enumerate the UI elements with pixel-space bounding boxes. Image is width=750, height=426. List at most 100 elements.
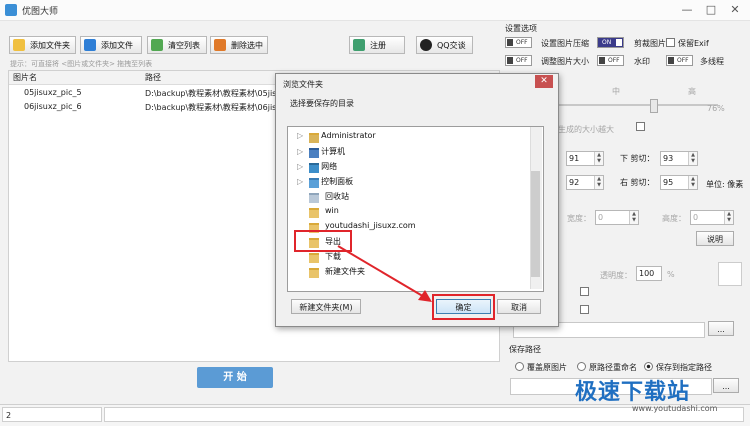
quality-option-checkbox[interactable] <box>636 122 645 131</box>
tree-item[interactable]: 回收站 <box>297 191 349 203</box>
table-row-path[interactable]: D:\backup\教程素材\教程素材\06jisu <box>145 102 281 113</box>
table-row-name[interactable]: 05jisuxz_pic_5 <box>24 88 82 97</box>
quality-mid-label: 中 <box>612 87 620 96</box>
crop-toggle-text: ON <box>602 39 612 46</box>
network-icon <box>309 163 319 173</box>
compress-toggle-text: OFF <box>516 39 528 46</box>
tree-item[interactable]: ▷ Administrator <box>297 131 376 143</box>
file-count: 2 <box>2 407 102 422</box>
crop-label: 剪裁图片 <box>634 39 666 48</box>
crop-bottom-stepper[interactable]: 93 ▲ ▼ <box>660 151 698 166</box>
tree-item[interactable]: youtudashi_jisuxz.com <box>297 221 416 233</box>
table-row-name[interactable]: 06jisuxz_pic_6 <box>24 102 82 111</box>
quality-slider-track[interactable] <box>558 104 718 106</box>
width-label: 宽度： <box>567 214 591 223</box>
expand-arrow-icon[interactable]: ▷ <box>297 147 303 156</box>
expand-arrow-icon[interactable]: ▷ <box>297 131 303 140</box>
watermark-toggle-text: OFF <box>608 57 620 64</box>
dialog-title: 浏览文件夹 <box>283 80 323 89</box>
maximize-button[interactable]: □ <box>700 2 722 18</box>
app-logo-icon <box>5 4 17 16</box>
watermark-label: 水印 <box>634 57 650 66</box>
delete-selected-button[interactable]: 删除选中 <box>210 36 268 54</box>
expand-arrow-icon[interactable]: ▷ <box>297 177 303 186</box>
close-button[interactable]: ✕ <box>724 2 746 18</box>
quality-slider-thumb[interactable] <box>650 99 658 113</box>
register-button[interactable]: 注册 <box>349 36 405 54</box>
crop-toggle[interactable]: ON <box>597 37 624 48</box>
explain-button[interactable]: 说明 <box>696 231 734 246</box>
dialog-prompt: 选择要保存的目录 <box>290 99 354 108</box>
rename-radio[interactable] <box>577 362 586 371</box>
watermark-option-checkbox[interactable] <box>580 287 589 296</box>
site-watermark-url: www.youtudashi.com <box>632 404 718 413</box>
custom-path-radio[interactable] <box>644 362 653 371</box>
add-folder-label: 添加文件夹 <box>30 41 70 50</box>
crop-top-stepper[interactable]: 92 ▲ ▼ <box>566 175 604 190</box>
save-path-browse-button[interactable]: ... <box>713 378 739 393</box>
crop-unit-label: 单位: 像素 <box>706 180 744 189</box>
resize-toggle[interactable]: OFF <box>505 55 532 66</box>
watermark-option2-checkbox[interactable] <box>580 305 589 314</box>
ok-button[interactable]: 确定 <box>436 299 491 314</box>
control-panel-icon <box>309 178 319 188</box>
delete-selected-label: 删除选中 <box>231 41 263 50</box>
watermark-browse-button[interactable]: ... <box>708 321 734 336</box>
cancel-button[interactable]: 取消 <box>497 299 541 314</box>
clear-list-button[interactable]: 清空列表 <box>147 36 207 54</box>
quality-note: 生成的大小越大 <box>558 125 614 134</box>
tree-item[interactable]: ▷ 网络 <box>297 161 337 173</box>
resize-label: 调整图片大小 <box>541 57 589 66</box>
tree-scrollbar-thumb[interactable] <box>531 171 540 277</box>
multithread-toggle[interactable]: OFF <box>666 55 693 66</box>
register-icon <box>353 39 365 51</box>
rename-label: 原路径重命名 <box>589 363 637 372</box>
qq-chat-button[interactable]: QQ交谈 <box>416 36 473 54</box>
column-header-path[interactable]: 路径 <box>145 71 161 84</box>
crop-left-stepper[interactable]: 91 ▲ ▼ <box>566 151 604 166</box>
save-path-heading: 保存路径 <box>509 345 541 354</box>
crop-bottom-label: 下 剪切： <box>620 154 655 163</box>
folder-icon <box>309 208 319 218</box>
add-file-button[interactable]: 添加文件 <box>80 36 142 54</box>
table-row-path[interactable]: D:\backup\教程素材\教程素材\05jisu <box>145 88 281 99</box>
compress-label: 设置图片压缩 <box>541 39 589 48</box>
crop-top-value: 92 <box>569 178 580 187</box>
crop-left-value: 91 <box>569 154 580 163</box>
overwrite-label: 覆盖原图片 <box>527 363 567 372</box>
height-label: 高度： <box>662 214 686 223</box>
qq-icon <box>420 39 432 51</box>
width-stepper[interactable]: 0 ▲ ▼ <box>595 210 639 225</box>
exif-label: 保留Exif <box>678 39 709 48</box>
resize-toggle-text: OFF <box>516 57 528 64</box>
column-header-name[interactable]: 图片名 <box>13 71 37 84</box>
window-title: 优图大师 <box>22 7 59 17</box>
dialog-close-button[interactable]: ✕ <box>535 75 553 88</box>
tree-item[interactable]: ▷ 控制面板 <box>297 176 353 188</box>
crop-right-value: 95 <box>663 178 674 187</box>
folder-icon <box>309 268 319 278</box>
delete-icon <box>214 39 226 51</box>
opacity-value: 100 <box>639 269 655 278</box>
compress-toggle[interactable]: OFF <box>505 37 532 48</box>
minimize-button[interactable]: — <box>676 2 698 18</box>
recycle-bin-icon <box>309 193 319 203</box>
height-stepper[interactable]: 0 ▲ ▼ <box>690 210 734 225</box>
opacity-input[interactable]: 100 <box>636 266 662 281</box>
overwrite-radio[interactable] <box>515 362 524 371</box>
title-bar <box>0 0 750 21</box>
tree-item[interactable]: win <box>297 206 339 218</box>
add-file-label: 添加文件 <box>101 41 133 50</box>
expand-arrow-icon[interactable]: ▷ <box>297 162 303 171</box>
add-folder-button[interactable]: 添加文件夹 <box>9 36 76 54</box>
add-file-icon <box>84 39 96 51</box>
tree-item[interactable]: ▷ 计算机 <box>297 146 345 158</box>
exif-checkbox[interactable] <box>666 38 675 47</box>
folder-icon <box>309 253 319 263</box>
add-folder-icon <box>13 39 25 51</box>
crop-right-stepper[interactable]: 95 ▲ ▼ <box>660 175 698 190</box>
user-folder-icon <box>309 133 319 143</box>
watermark-preview[interactable] <box>718 262 742 286</box>
start-button[interactable]: 开 始 <box>197 367 273 388</box>
watermark-toggle[interactable]: OFF <box>597 55 624 66</box>
